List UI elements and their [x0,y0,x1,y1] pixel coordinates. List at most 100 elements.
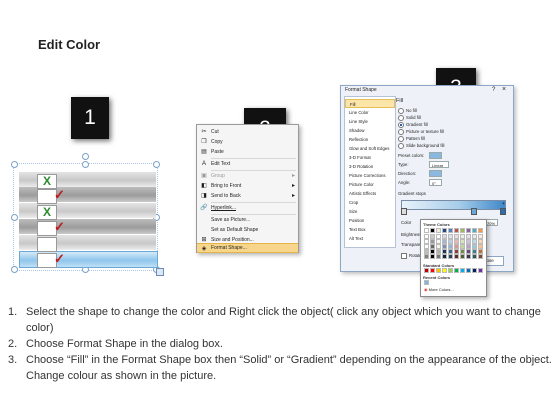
help-icon[interactable]: ? [492,87,495,93]
color-swatch[interactable] [460,254,465,259]
menu-item-send-to-back[interactable]: ◨ Send to Back ▸ [197,191,298,201]
color-swatch[interactable] [472,254,477,259]
menu-item-set-default-shape[interactable]: Set as Default Shape [197,225,298,235]
gradient-stop[interactable] [500,208,506,215]
radio-label: No fill [406,108,417,114]
color-swatch[interactable] [424,268,429,273]
radio-gradient-fill[interactable]: Gradient fill [398,122,428,128]
radio-solid-fill[interactable]: Solid fill [398,115,421,121]
resize-handle[interactable] [153,161,160,168]
color-swatch[interactable] [460,228,465,233]
menu-item-group[interactable]: ▣ Group ▸ [197,171,298,181]
menu-item-save-as-picture[interactable]: Save as Picture... [197,215,298,225]
menu-item-hyperlink[interactable]: 🔗 Hyperlink... [197,203,298,213]
close-icon[interactable]: × [502,86,506,93]
layout-options-icon[interactable] [156,268,164,276]
nav-crop[interactable]: Crop [345,198,395,207]
menu-item-cut[interactable]: ✂ Cut [197,127,298,137]
preset-colors-dropdown[interactable] [429,152,442,159]
radio-slide-background-fill[interactable]: Slide background fill [398,143,444,149]
color-swatch[interactable] [424,280,429,285]
type-dropdown[interactable]: Linear [429,161,449,168]
menu-item-copy[interactable]: ❐ Copy [197,137,298,147]
color-swatch[interactable] [472,228,477,233]
nav-artistic-effects[interactable]: Artistic Effects [345,189,395,198]
color-swatch[interactable] [442,268,447,273]
gradient-stop[interactable] [401,208,407,215]
color-swatch[interactable] [448,228,453,233]
color-swatch[interactable] [478,228,483,233]
page-title: Edit Color [38,37,101,52]
nav-fill[interactable]: Fill [345,99,395,108]
more-colors-link[interactable]: ◉ More Colors... [424,287,454,292]
color-swatch[interactable] [472,268,477,273]
resize-handle[interactable] [11,266,18,273]
nav-3d-rotation[interactable]: 3-D Rotation [345,162,395,171]
resize-handle[interactable] [11,214,18,221]
color-swatch[interactable] [448,268,453,273]
color-swatch[interactable] [430,228,435,233]
nav-position[interactable]: Position [345,216,395,225]
scissors-icon: ✂ [201,129,207,135]
color-swatch[interactable] [460,268,465,273]
color-swatch[interactable] [478,254,483,259]
nav-alt-text[interactable]: Alt Text [345,234,395,243]
color-swatch[interactable] [478,268,483,273]
menu-item-paste[interactable]: ▤ Paste [197,147,298,157]
menu-item-format-shape[interactable]: ◈ Format Shape... [197,243,298,253]
resize-handle[interactable] [82,161,89,168]
submenu-arrow-icon: ▸ [291,183,295,189]
resize-handle[interactable] [11,161,18,168]
radio-pattern-fill[interactable]: Pattern fill [398,136,425,142]
color-swatch[interactable] [436,254,441,259]
color-palette: Theme Colors Standard Colors Recent Colo… [420,219,487,297]
color-swatch[interactable] [466,228,471,233]
add-stop-icon[interactable]: + [502,201,505,207]
color-swatch[interactable] [454,228,459,233]
preset-colors-label: Preset colors: [398,153,425,158]
dialog-nav: Fill Line Color Line Style Shadow Reflec… [344,96,396,248]
nav-picture-corrections[interactable]: Picture Corrections [345,171,395,180]
radio-label: Pattern fill [406,136,426,142]
color-swatch[interactable] [466,254,471,259]
nav-shadow[interactable]: Shadow [345,126,395,135]
color-swatch[interactable] [424,228,429,233]
direction-label: Direction: [398,171,417,176]
color-swatch[interactable] [430,268,435,273]
color-swatch[interactable] [466,268,471,273]
nav-glow[interactable]: Glow and Soft Edges [345,144,395,153]
radio-picture-fill[interactable]: Picture or texture fill [398,129,444,135]
checkmark-icon: ✓ [54,219,65,234]
menu-item-bring-to-front[interactable]: ◧ Bring to Front ▸ [197,181,298,191]
nav-reflection[interactable]: Reflection [345,135,395,144]
type-label: Type: [398,162,409,167]
gradient-bar[interactable] [401,200,506,210]
color-swatch[interactable] [430,254,435,259]
gradient-stop[interactable] [471,208,477,215]
radio-no-fill[interactable]: No fill [398,108,417,114]
angle-label: Angle: [398,180,411,185]
color-swatch[interactable] [436,268,441,273]
checkmark-icon: ✓ [54,251,65,266]
nav-size[interactable]: Size [345,207,395,216]
color-swatch[interactable] [454,254,459,259]
color-swatch[interactable] [442,254,447,259]
color-swatch[interactable] [436,228,441,233]
x-mark-icon: X [37,205,57,220]
color-swatch[interactable] [424,254,429,259]
color-swatch[interactable] [454,268,459,273]
nav-picture-color[interactable]: Picture Color [345,180,395,189]
menu-item-edit-text[interactable]: A Edit Text [197,159,298,169]
nav-3d-format[interactable]: 3-D Format [345,153,395,162]
checkbox [37,237,57,252]
color-swatch[interactable] [442,228,447,233]
rotate-handle[interactable] [82,153,89,160]
menu-item-label: Cut [211,129,219,135]
context-menu: ✂ Cut ❐ Copy ▤ Paste A Edit Text ▣ Group ▸ ◧ Br… [196,124,299,253]
nav-text-box[interactable]: Text Box [345,225,395,234]
angle-field[interactable]: 0° [429,179,442,186]
nav-line-color[interactable]: Line Color [345,108,395,117]
color-swatch[interactable] [448,254,453,259]
direction-dropdown[interactable] [429,170,442,177]
nav-line-style[interactable]: Line Style [345,117,395,126]
